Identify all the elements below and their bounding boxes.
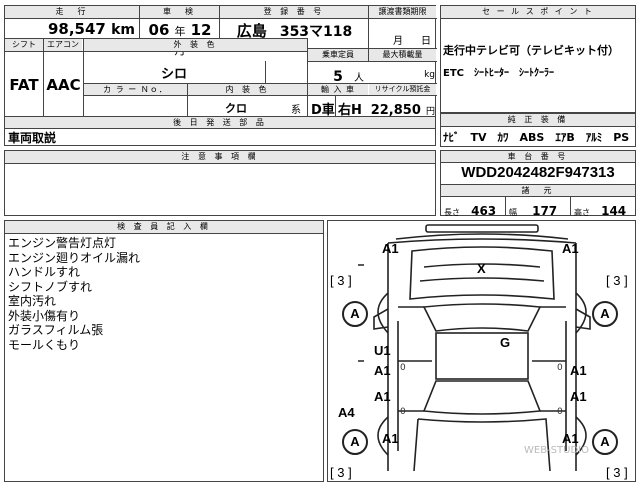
damage-a1-door-right: A1 xyxy=(570,363,587,378)
height-label: 高さ xyxy=(574,208,590,217)
damage-a1-door-left: A1 xyxy=(374,363,391,378)
damage-a1-front-right: A1 xyxy=(562,241,579,256)
vehicle-spec-table: 走 行 車 検 登 録 番 号 譲渡書類期限 98,547 km 06 年 12… xyxy=(4,5,437,118)
bracket-3-right: [ 3 ] xyxy=(606,273,628,288)
inspection-year: 06 xyxy=(148,21,170,39)
damage-g-roof: G xyxy=(500,335,511,350)
equipment-label: 純 正 装 備 xyxy=(441,114,635,126)
sales-line-1: 走行中テレビ可（テレビキット付） xyxy=(443,44,619,57)
aircon-value: AAC xyxy=(46,76,81,94)
inspection-label: 車 検 xyxy=(140,6,219,18)
load-label: 最大積載量 xyxy=(369,49,436,61)
inspector-note: エンジン警告灯点灯 xyxy=(8,236,117,250)
damage-a1-rear-right: A1 xyxy=(562,431,579,446)
recycle-label: リサイクル預託金 xyxy=(369,84,436,95)
inspector-note: シフトノブすれ xyxy=(8,279,93,294)
inspection-month: 12 xyxy=(190,21,212,39)
width-value: 177 xyxy=(532,204,558,218)
damage-a-wheel-rear-left: A xyxy=(342,429,368,455)
inspector-note: モールくもり xyxy=(8,337,81,352)
inspector-notes-list: エンジン警告灯点灯 エンジン廻りオイル漏れ ハンドルすれ シフトノブすれ 室内汚… xyxy=(8,236,140,352)
inspector-label: 検 査 員 記 入 欄 xyxy=(5,221,323,233)
zero-mark: 0 xyxy=(557,363,563,373)
height-value: 144 xyxy=(601,204,627,218)
damage-a4-left: A4 xyxy=(338,405,355,420)
inspector-note: ハンドルすれ xyxy=(8,265,81,279)
sales-point-section: セ ー ル ス ポ イ ン ト 走行中テレビ可（テレビキット付） ETC ｼｰﾄ… xyxy=(440,5,636,113)
length-value: 463 xyxy=(471,204,497,218)
mileage-unit: km xyxy=(111,22,135,38)
color-no-label: カ ラ ー Ｎｏ． xyxy=(84,84,187,95)
damage-a1-rear-door-left: A1 xyxy=(374,389,391,404)
sales-point-label: セ ー ル ス ポ イ ン ト xyxy=(441,6,635,18)
mileage-value: 98,547 xyxy=(47,20,106,38)
bracket-3-left: [ 3 ] xyxy=(330,273,352,288)
zero-mark: 0 xyxy=(400,363,406,373)
ext-color-value: シロ xyxy=(160,67,187,82)
equipment-items: ﾅﾋﾞ TV ｶﾜ ABS ｴｱB ｱﾙﾐ PS PW xyxy=(443,131,640,144)
damage-x-hood: X xyxy=(477,261,486,276)
equipment-section: 純 正 装 備 ﾅﾋﾞ TV ｶﾜ ABS ｴｱB ｱﾙﾐ PS PW xyxy=(440,113,640,147)
capacity-label: 乗車定員 xyxy=(308,49,368,61)
bracket-3-bottom-left: [ 3 ] xyxy=(330,465,352,480)
notes-section: 注 意 事 項 欄 xyxy=(4,150,436,216)
inspector-note: 外装小傷有り xyxy=(8,308,81,323)
ext-color-label: 外 装 色 xyxy=(84,39,307,51)
inspector-section: 検 査 員 記 入 欄 エンジン警告灯点灯 エンジン廻りオイル漏れ ハンドルすれ… xyxy=(4,220,324,482)
notes-label: 注 意 事 項 欄 xyxy=(5,151,435,163)
damage-a1-rear-door-right: A1 xyxy=(570,389,587,404)
zero-mark: 0 xyxy=(557,407,563,417)
registration-label: 登 録 番 号 xyxy=(220,6,368,18)
int-color-value: クロ xyxy=(225,102,247,115)
transfer-label: 譲渡書類期限 xyxy=(369,6,436,18)
int-color-unit: 系 xyxy=(291,105,301,116)
import-label: 輸 入 車 xyxy=(308,84,368,95)
length-label: 長さ xyxy=(444,208,460,217)
mileage-label: 走 行 xyxy=(5,6,139,18)
aircon-label: エアコン xyxy=(44,39,82,51)
shift-value: FAT xyxy=(9,76,39,94)
shift-label: シフト xyxy=(5,39,43,51)
inspector-note: 室内汚れ xyxy=(8,294,57,308)
later-parts-label: 後 日 発 送 部 品 xyxy=(5,117,435,128)
vin-value: WDD2042482F947313 xyxy=(461,164,615,181)
damage-a1-rear-left: A1 xyxy=(382,431,399,446)
int-color-label: 内 装 色 xyxy=(188,84,307,95)
damage-a-wheel-rear-right: A xyxy=(592,429,618,455)
load-unit: kg xyxy=(424,70,435,80)
damage-a-wheel-front-right: A xyxy=(592,301,618,327)
width-label: 幅 xyxy=(509,208,517,217)
bracket-3-bottom-right: [ 3 ] xyxy=(606,465,628,480)
damage-a-wheel-front-left: A xyxy=(342,301,368,327)
chassis-section: 車 台 番 号 WDD2042482F947313 諸 元 長さ 463 幅 1… xyxy=(440,150,636,218)
zero-mark: 0 xyxy=(400,407,406,417)
watermark: WEB-STUDIO xyxy=(524,445,589,456)
damage-u1-door: U1 xyxy=(374,343,391,358)
sales-line-2: ETC ｼｰﾄﾋｰﾀｰ ｼｰﾄｸｰﾗｰ xyxy=(443,68,554,79)
damage-diagram: A1 A1 X [ 3 ] [ 3 ] A A G U1 A1 0 A1 0 A… xyxy=(327,220,636,482)
inspection-year-unit: 年 xyxy=(174,25,186,38)
inspector-note: ガラスフィルム張 xyxy=(8,323,104,337)
later-parts-section: 後 日 発 送 部 品 車両取説 xyxy=(4,116,436,146)
transfer-month: 月 xyxy=(393,36,403,47)
chassis-label: 車 台 番 号 xyxy=(441,151,635,162)
inspector-note: エンジン廻りオイル漏れ xyxy=(8,250,141,265)
damage-a1-front-left: A1 xyxy=(382,241,399,256)
manual-removed: 車両取説 xyxy=(8,131,57,145)
transfer-day: 日 xyxy=(421,36,431,47)
dims-label: 諸 元 xyxy=(441,185,635,196)
